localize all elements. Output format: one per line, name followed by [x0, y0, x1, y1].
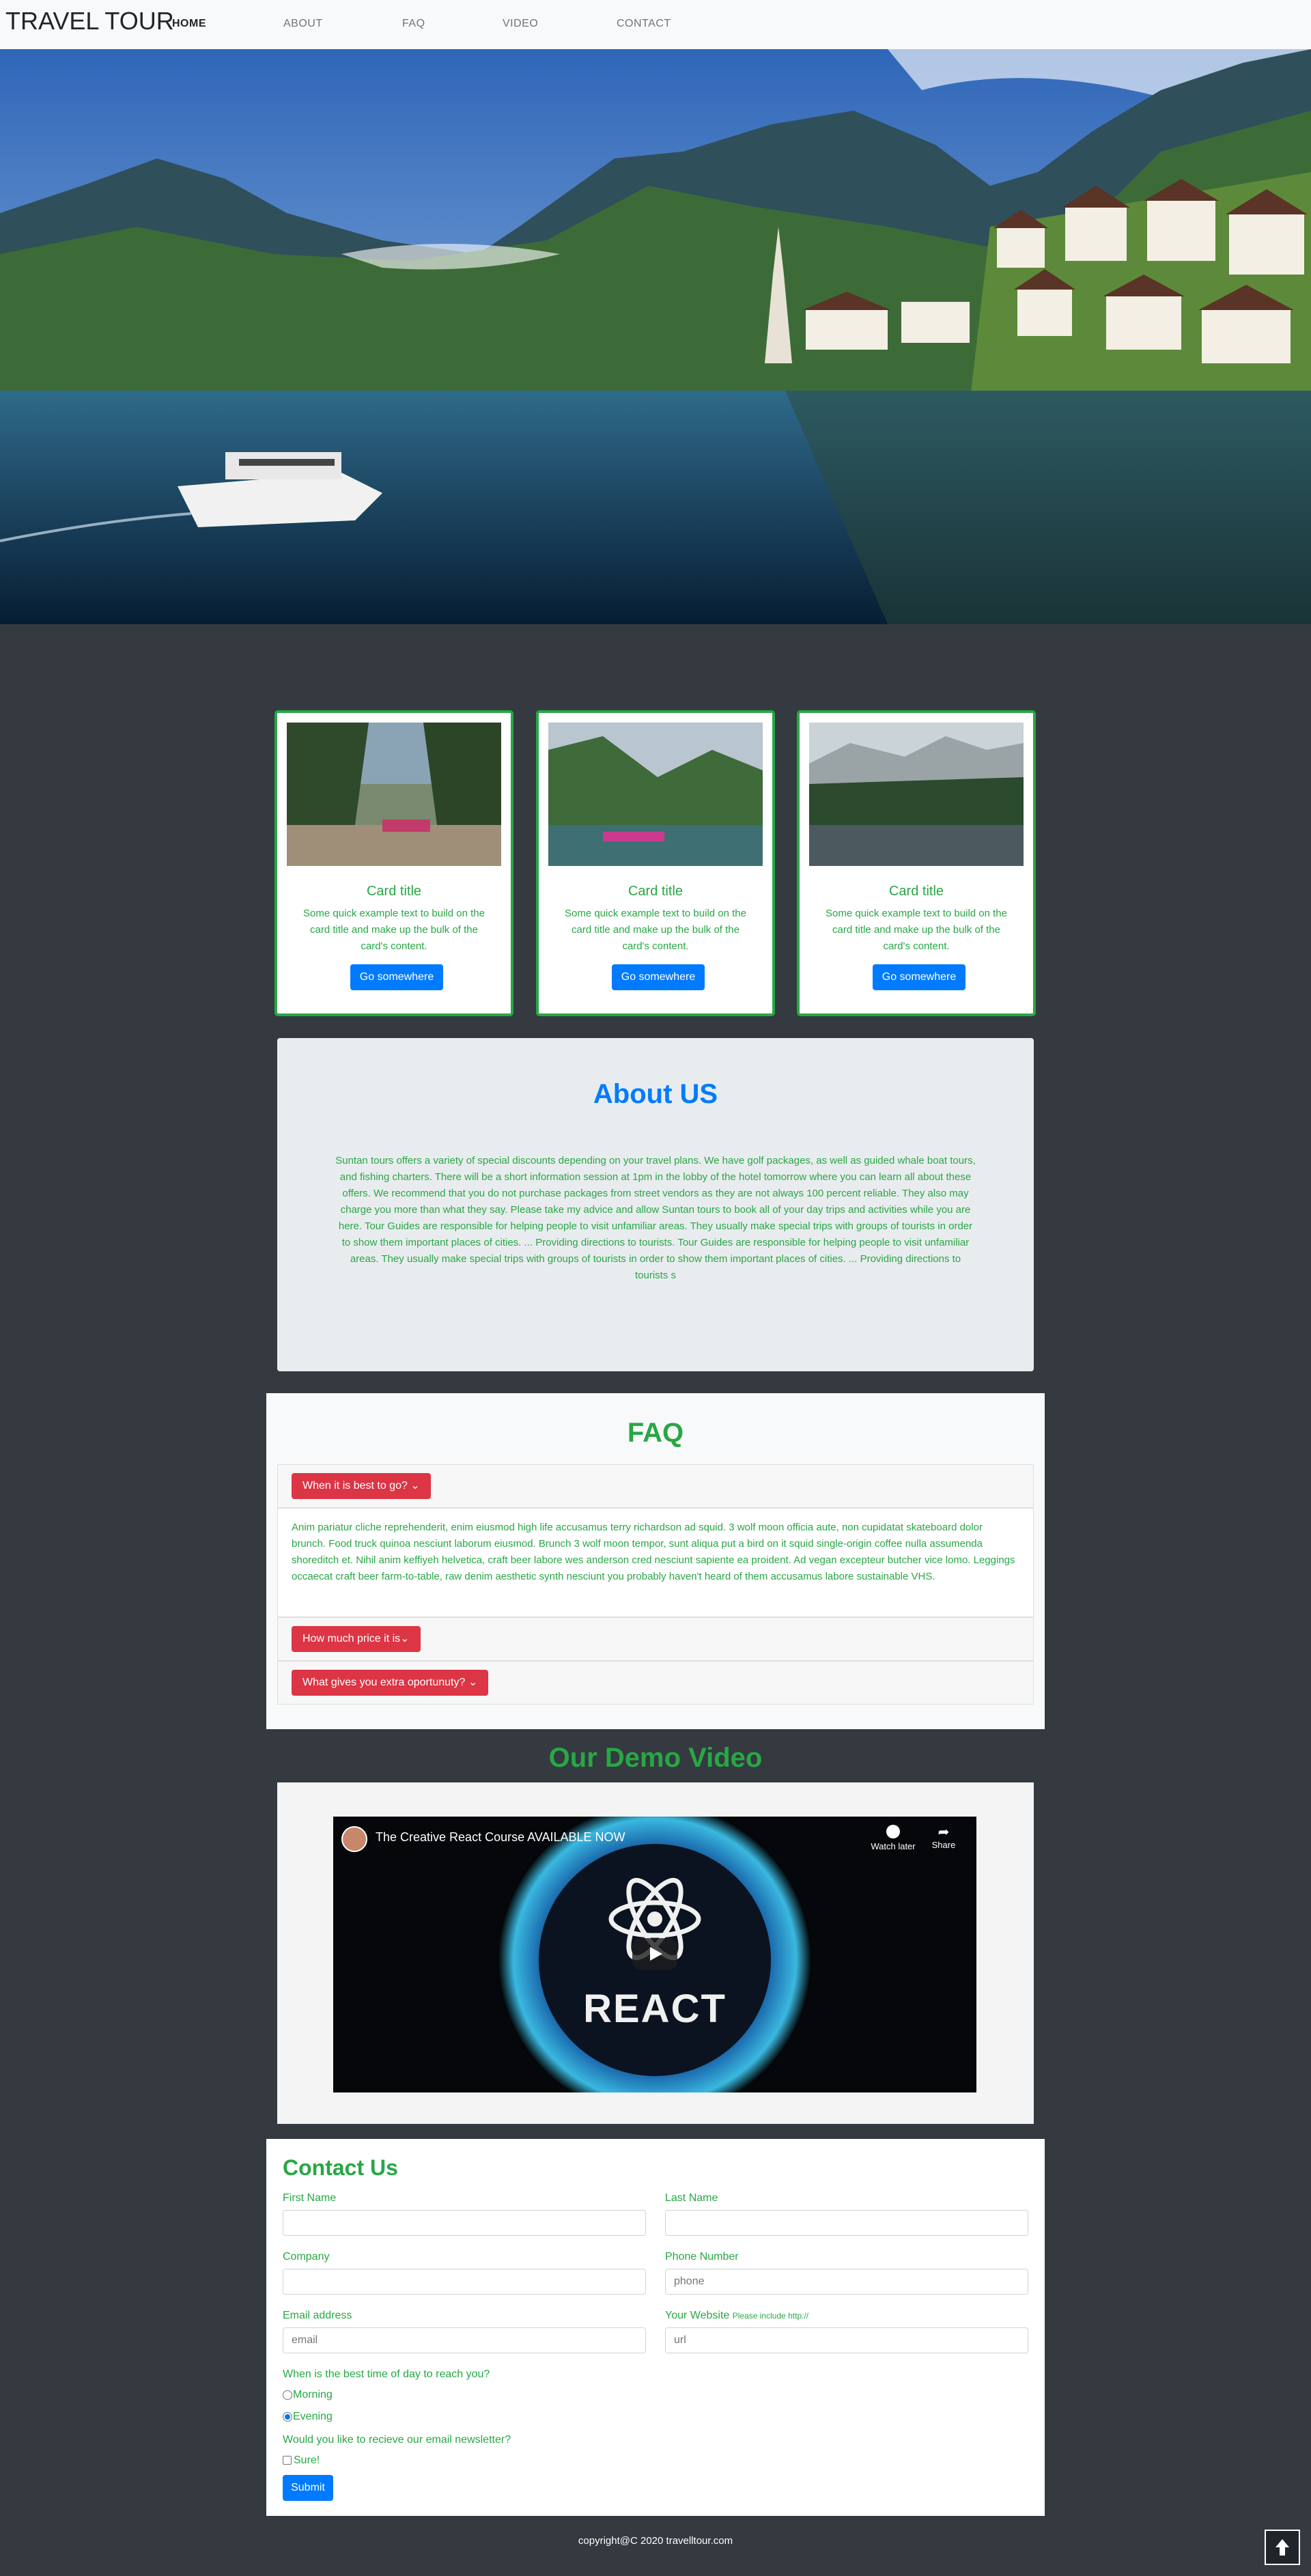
video-section-title: Our Demo Video	[548, 1743, 763, 1773]
newsletter-label: Sure!	[294, 2454, 320, 2466]
faq-title: FAQ	[627, 1418, 684, 1448]
faq-item-header: How much price it is⌄	[277, 1617, 1034, 1661]
watch-later-button[interactable]: Watch later	[866, 1825, 920, 1851]
contact-section: Contact Us First Name Last Name Company …	[266, 2139, 1045, 2516]
hero-image	[0, 49, 1311, 624]
share-label: Share	[931, 1840, 956, 1850]
faq-question: What gives you extra oportunuty?	[302, 1677, 466, 1688]
evening-label: Evening	[293, 2411, 333, 2422]
play-icon	[650, 1947, 662, 1961]
faq-toggle-button[interactable]: What gives you extra oportunuty? ⌄	[292, 1670, 489, 1696]
card-text: Some quick example text to build on the …	[826, 908, 1007, 952]
website-label: Your Website Please include http://	[665, 2310, 808, 2322]
nav-home[interactable]: HOME	[172, 18, 206, 30]
watch-later-label: Watch later	[871, 1841, 916, 1851]
nav-video[interactable]: VIDEO	[503, 18, 538, 30]
about-section: About US Suntan tours offers a variety o…	[277, 1038, 1034, 1371]
go-somewhere-button[interactable]: Go somewhere	[873, 964, 965, 990]
footer-copyright: copyright@C 2020 travelltour.com	[578, 2535, 733, 2547]
faq-question: When it is best to go?	[302, 1480, 408, 1492]
arrow-up-icon	[1275, 2539, 1289, 2556]
back-to-top-button[interactable]	[1265, 2530, 1300, 2565]
phone-input[interactable]	[665, 2269, 1028, 2295]
channel-avatar[interactable]	[341, 1826, 367, 1852]
website-hint: Please include http://	[732, 2311, 809, 2321]
evening-radio[interactable]	[283, 2412, 292, 2422]
website-input[interactable]	[665, 2327, 1028, 2353]
card-text: Some quick example text to build on the …	[303, 908, 485, 952]
tour-card: Card title Some quick example text to bu…	[797, 710, 1036, 1016]
chevron-down-icon: ⌄	[410, 1480, 420, 1492]
contact-title: Contact Us	[283, 2155, 398, 2180]
tour-card: Card title Some quick example text to bu…	[274, 710, 513, 1016]
faq-item-body: Anim pariatur cliche reprehenderit, enim…	[277, 1508, 1034, 1617]
company-label: Company	[283, 2251, 330, 2263]
faq-section: FAQ When it is best to go? ⌄ Anim pariat…	[266, 1393, 1045, 1729]
go-somewhere-button[interactable]: Go somewhere	[350, 964, 443, 990]
share-button[interactable]: ➦ Share	[925, 1825, 963, 1850]
card-image	[548, 723, 763, 866]
last-name-label: Last Name	[665, 2192, 718, 2204]
video-section: The Creative React Course AVAILABLE NOW …	[277, 1782, 1034, 2124]
video-player[interactable]: The Creative React Course AVAILABLE NOW …	[333, 1817, 976, 2092]
card-title: Card title	[628, 884, 683, 899]
website-label-text: Your Website	[665, 2310, 730, 2321]
faq-item-header: When it is best to go? ⌄	[277, 1464, 1034, 1508]
card-title: Card title	[366, 884, 422, 899]
submit-button[interactable]: Submit	[283, 2475, 333, 2501]
react-logo-text: REACT	[583, 1987, 727, 2031]
clock-icon	[886, 1825, 900, 1838]
newsletter-checkbox[interactable]	[283, 2456, 292, 2465]
first-name-input[interactable]	[283, 2210, 646, 2236]
card-image	[287, 723, 501, 866]
video-title[interactable]: The Creative React Course AVAILABLE NOW	[376, 1830, 625, 1845]
nav-contact[interactable]: CONTACT	[617, 18, 671, 30]
nav-about[interactable]: ABOUT	[283, 18, 323, 30]
faq-answer: Anim pariatur cliche reprehenderit, enim…	[292, 1522, 1015, 1582]
go-somewhere-button[interactable]: Go somewhere	[612, 964, 705, 990]
nav-faq[interactable]: FAQ	[402, 18, 425, 30]
chevron-down-icon: ⌄	[400, 1633, 410, 1644]
newsletter-question: Would you like to recieve our email news…	[283, 2434, 511, 2446]
about-text: Suntan tours offers a variety of special…	[335, 1155, 976, 1281]
email-label: Email address	[283, 2310, 352, 2321]
faq-item-header: What gives you extra oportunuty? ⌄	[277, 1661, 1034, 1705]
card-title: Card title	[888, 884, 944, 899]
brand-logo[interactable]: TRAVEL TOUR	[5, 7, 174, 36]
faq-toggle-button[interactable]: When it is best to go? ⌄	[292, 1473, 431, 1499]
play-button[interactable]	[632, 1938, 677, 1970]
company-input[interactable]	[283, 2269, 646, 2295]
email-input[interactable]	[283, 2327, 646, 2353]
about-title: About US	[593, 1079, 718, 1109]
morning-label: Morning	[293, 2389, 333, 2400]
navbar: TRAVEL TOUR HOME ABOUT FAQ VIDEO CONTACT	[0, 0, 1311, 49]
first-name-label: First Name	[283, 2192, 337, 2204]
faq-question: How much price it is	[302, 1633, 401, 1644]
chevron-down-icon: ⌄	[468, 1677, 478, 1688]
time-question: When is the best time of day to reach yo…	[283, 2368, 490, 2380]
tour-card: Card title Some quick example text to bu…	[536, 710, 775, 1016]
share-icon: ➦	[938, 1825, 950, 1840]
faq-toggle-button[interactable]: How much price it is⌄	[292, 1626, 421, 1652]
last-name-input[interactable]	[665, 2210, 1028, 2236]
card-text: Some quick example text to build on the …	[565, 908, 746, 952]
phone-label: Phone Number	[665, 2251, 739, 2263]
morning-radio[interactable]	[283, 2390, 292, 2400]
card-image	[809, 723, 1024, 866]
